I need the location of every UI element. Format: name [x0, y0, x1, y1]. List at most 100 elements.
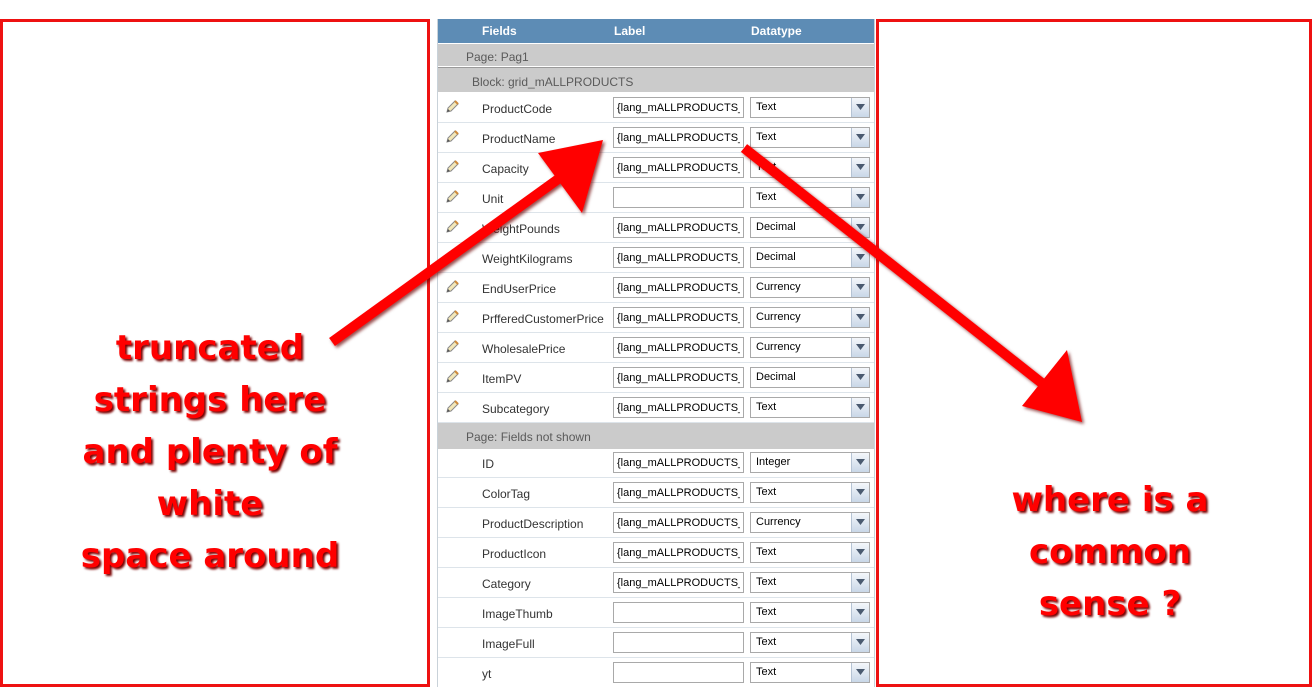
edit-icon[interactable]	[446, 399, 460, 413]
dropdown-arrow-icon[interactable]	[851, 663, 869, 682]
field-name: ItemPV	[482, 372, 522, 386]
dropdown-arrow-icon[interactable]	[851, 453, 869, 472]
dropdown-arrow-icon[interactable]	[851, 278, 869, 297]
dropdown-arrow-icon[interactable]	[851, 573, 869, 592]
datatype-value: Decimal	[756, 251, 796, 263]
datatype-select[interactable]: Text	[750, 632, 870, 653]
label-input[interactable]	[613, 337, 744, 358]
label-input[interactable]	[613, 632, 744, 653]
edit-icon[interactable]	[446, 99, 460, 113]
label-input[interactable]	[613, 572, 744, 593]
dropdown-arrow-icon[interactable]	[851, 338, 869, 357]
edit-icon[interactable]	[446, 219, 460, 233]
field-row-itempv: ItemPV Decimal	[438, 363, 874, 393]
label-input[interactable]	[613, 277, 744, 298]
datatype-select[interactable]: Currency	[750, 307, 870, 328]
field-name: ImageFull	[482, 637, 535, 651]
datatype-select[interactable]: Currency	[750, 277, 870, 298]
field-row-weightpounds: WeightPounds Decimal	[438, 213, 874, 243]
dropdown-arrow-icon[interactable]	[851, 128, 869, 147]
field-row-imagefull: ImageFull Text	[438, 628, 874, 658]
label-input[interactable]	[613, 187, 744, 208]
dropdown-arrow-icon[interactable]	[851, 398, 869, 417]
dropdown-arrow-icon[interactable]	[851, 543, 869, 562]
datatype-select[interactable]: Text	[750, 157, 870, 178]
datatype-value: Text	[756, 486, 777, 498]
label-input[interactable]	[613, 217, 744, 238]
annotation-line: sense ?	[1038, 584, 1182, 624]
label-input[interactable]	[613, 512, 744, 533]
edit-icon[interactable]	[446, 249, 460, 263]
datatype-select[interactable]: Text	[750, 542, 870, 563]
field-row-yt: yt Text	[438, 658, 874, 687]
block-section-label: Block: grid_mALLPRODUCTS	[472, 75, 634, 89]
label-input[interactable]	[613, 452, 744, 473]
edit-icon[interactable]	[446, 189, 460, 203]
page-section-label: Page: Pag1	[466, 50, 529, 64]
label-input[interactable]	[613, 247, 744, 268]
label-input[interactable]	[613, 397, 744, 418]
dropdown-arrow-icon[interactable]	[851, 218, 869, 237]
field-name: Unit	[482, 192, 504, 206]
field-name: WholesalePrice	[482, 342, 566, 356]
edit-icon[interactable]	[446, 129, 460, 143]
label-input[interactable]	[613, 482, 744, 503]
field-name: Category	[482, 577, 531, 591]
field-row-unit: Unit Text	[438, 183, 874, 213]
dropdown-arrow-icon[interactable]	[851, 308, 869, 327]
datatype-select[interactable]: Currency	[750, 337, 870, 358]
annotation-line: and plenty of	[82, 432, 338, 472]
datatype-value: Currency	[756, 311, 801, 323]
datatype-select[interactable]: Text	[750, 662, 870, 683]
datatype-select[interactable]: Text	[750, 482, 870, 503]
datatype-select[interactable]: Text	[750, 572, 870, 593]
datatype-value: Text	[756, 636, 777, 648]
edit-icon[interactable]	[446, 159, 460, 173]
label-input[interactable]	[613, 127, 744, 148]
dropdown-arrow-icon[interactable]	[851, 603, 869, 622]
header-datatype: Datatype	[751, 24, 802, 38]
datatype-select[interactable]: Text	[750, 397, 870, 418]
dropdown-arrow-icon[interactable]	[851, 248, 869, 267]
datatype-select[interactable]: Decimal	[750, 217, 870, 238]
label-input[interactable]	[613, 367, 744, 388]
datatype-value: Currency	[756, 341, 801, 353]
edit-icon[interactable]	[446, 279, 460, 293]
edit-icon[interactable]	[446, 309, 460, 323]
dropdown-arrow-icon[interactable]	[851, 368, 869, 387]
datatype-select[interactable]: Text	[750, 602, 870, 623]
label-input[interactable]	[613, 157, 744, 178]
edit-icon[interactable]	[446, 339, 460, 353]
label-input[interactable]	[613, 97, 744, 118]
dropdown-arrow-icon[interactable]	[851, 633, 869, 652]
dropdown-arrow-icon[interactable]	[851, 188, 869, 207]
datatype-select[interactable]: Text	[750, 187, 870, 208]
field-row-weightkilograms: WeightKilograms Decimal	[438, 243, 874, 273]
dropdown-arrow-icon[interactable]	[851, 158, 869, 177]
field-row-prfferedcustomerprice: PrfferedCustomerPrice Currency	[438, 303, 874, 333]
field-name: yt	[482, 667, 492, 681]
dropdown-arrow-icon[interactable]	[851, 483, 869, 502]
datatype-select[interactable]: Integer	[750, 452, 870, 473]
dropdown-arrow-icon[interactable]	[851, 513, 869, 532]
field-name: PrfferedCustomerPrice	[482, 312, 604, 326]
edit-icon[interactable]	[446, 369, 460, 383]
grid-header: Fields Label Datatype	[438, 19, 874, 43]
annotation-truncated-strings: truncated strings here and plenty of whi…	[40, 322, 380, 582]
datatype-select[interactable]: Currency	[750, 512, 870, 533]
field-row-category: Category Text	[438, 568, 874, 598]
label-input[interactable]	[613, 542, 744, 563]
label-input[interactable]	[613, 307, 744, 328]
field-row-colortag: ColorTag Text	[438, 478, 874, 508]
dropdown-arrow-icon[interactable]	[851, 98, 869, 117]
field-name: WeightKilograms	[482, 252, 573, 266]
field-name: ProductCode	[482, 102, 553, 116]
datatype-select[interactable]: Text	[750, 97, 870, 118]
datatype-select[interactable]: Decimal	[750, 247, 870, 268]
label-input[interactable]	[613, 662, 744, 683]
datatype-select[interactable]: Decimal	[750, 367, 870, 388]
label-input[interactable]	[613, 602, 744, 623]
field-name: ID	[482, 457, 494, 471]
page-section-fields-not-shown: Page: Fields not shown	[438, 423, 874, 449]
datatype-select[interactable]: Text	[750, 127, 870, 148]
